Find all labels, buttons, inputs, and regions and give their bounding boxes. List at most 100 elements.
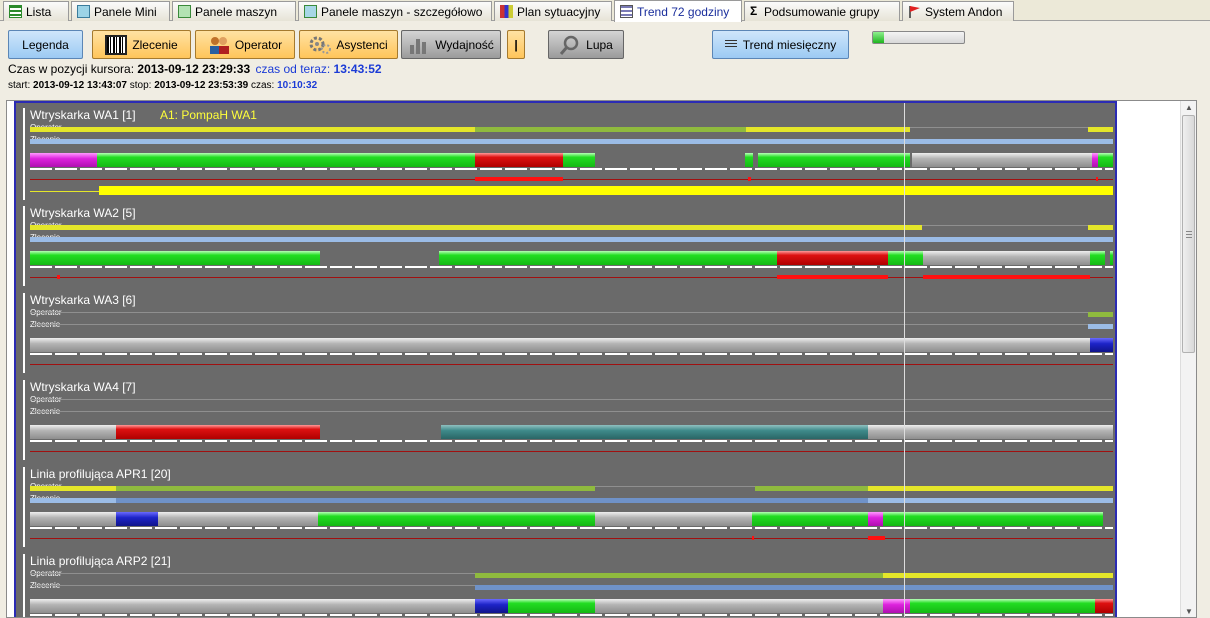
operator-segment <box>475 127 746 132</box>
alarm-segment <box>777 275 888 279</box>
operator-segment <box>30 312 1088 313</box>
operator-segment <box>1088 312 1113 317</box>
status-segment-stopped[interactable] <box>475 153 563 167</box>
scrollbar-thumb[interactable] <box>1182 115 1195 353</box>
machine-title: Wtryskarka WA2 [5] <box>30 206 136 220</box>
operator-segment <box>30 127 475 132</box>
status-segment-running[interactable] <box>1110 251 1113 265</box>
machine-row-marker <box>23 293 25 373</box>
tab-trend-72[interactable]: Trend 72 godziny <box>614 0 742 22</box>
tab-plan-sytuacyjny[interactable]: Plan sytuacyjny <box>494 1 612 21</box>
machine-row[interactable]: Wtryskarka WA3 [6]OperatorZlecenie <box>16 288 1115 374</box>
barcode-icon <box>105 34 128 55</box>
status-segment-setup[interactable] <box>883 599 910 613</box>
status-segment-maintenance[interactable] <box>1090 338 1113 352</box>
baseline <box>30 353 1113 355</box>
baseline <box>30 266 1113 268</box>
alarm-line <box>30 451 1113 452</box>
tab-panele-maszyn-szczegolowo[interactable]: Panele maszyn - szczegółowo <box>298 1 492 21</box>
status-segment-idle[interactable] <box>30 512 116 526</box>
vertical-scrollbar[interactable]: ▲ ▼ <box>1180 101 1196 617</box>
scroll-down-icon[interactable]: ▼ <box>1181 605 1196 617</box>
status-segment-stopped[interactable] <box>777 251 888 265</box>
status-segment-running[interactable] <box>563 153 595 167</box>
status-segment-running[interactable] <box>883 512 1103 526</box>
status-segment-running[interactable] <box>1090 251 1105 265</box>
status-segment-maintenance[interactable] <box>475 599 508 613</box>
efficiency-button[interactable]: Wydajność <box>401 30 501 59</box>
operator-button[interactable]: Operator <box>195 30 295 59</box>
alarm-segment <box>748 177 751 181</box>
tab-lista[interactable]: Lista <box>3 1 69 21</box>
time-cursor-line[interactable] <box>904 103 905 617</box>
machine-row-marker <box>23 467 25 547</box>
operator-segment <box>30 225 922 230</box>
status-segment-running[interactable] <box>97 153 475 167</box>
status-segment-running[interactable] <box>439 251 777 265</box>
machine-row[interactable]: Wtryskarka WA4 [7]OperatorZlecenie <box>16 375 1115 461</box>
machine-title: Wtryskarka WA3 [6] <box>30 293 136 307</box>
machine-row[interactable]: Wtryskarka WA2 [5]OperatorZlecenie <box>16 201 1115 287</box>
status-segment-setup[interactable] <box>868 512 883 526</box>
machine-title: Wtryskarka WA1 [1] <box>30 108 136 122</box>
status-segment-idle[interactable] <box>30 338 1090 352</box>
operator-segment <box>30 573 475 574</box>
machine-row[interactable]: Linia profilująca APR1 [20]OperatorZlece… <box>16 462 1115 548</box>
machine-row[interactable]: Wtryskarka WA1 [1]A1: PompaH WA1Operator… <box>16 103 1115 200</box>
lines-icon <box>724 40 737 49</box>
status-segment-stopped[interactable] <box>1095 599 1113 613</box>
status-segment-other[interactable] <box>441 425 868 439</box>
assistants-button[interactable]: Asystenci <box>299 30 398 59</box>
tab-panele-maszyn[interactable]: Panele maszyn <box>172 1 296 21</box>
machine-title: Wtryskarka WA4 [7] <box>30 380 136 394</box>
status-segment-idle[interactable] <box>912 153 1092 167</box>
baseline <box>30 168 1113 170</box>
order-segment <box>30 411 1113 412</box>
status-segment-running[interactable] <box>910 599 1095 613</box>
zoom-button[interactable]: Lupa <box>548 30 624 59</box>
status-segment-idle[interactable] <box>595 599 883 613</box>
alarm-segment <box>752 536 754 540</box>
status-segment-idle[interactable] <box>923 251 1090 265</box>
trend-icon <box>620 5 633 18</box>
legend-button[interactable]: Legenda <box>8 30 83 59</box>
status-segment-running[interactable] <box>745 153 753 167</box>
flag-icon <box>908 5 921 18</box>
trend-chart[interactable]: Wtryskarka WA1 [1]A1: PompaH WA1Operator… <box>14 101 1117 617</box>
status-segment-maintenance[interactable] <box>116 512 158 526</box>
tab-system-andon[interactable]: System Andon <box>902 1 1014 21</box>
status-segment-running[interactable] <box>888 251 923 265</box>
monthly-trend-button[interactable]: Trend miesięczny <box>712 30 849 59</box>
status-segment-idle[interactable] <box>158 512 318 526</box>
alarm-segment <box>475 177 563 181</box>
status-segment-running[interactable] <box>1098 153 1113 167</box>
grid-icon <box>77 5 90 18</box>
alarm-line <box>30 538 1113 539</box>
order-button[interactable]: Zlecenie <box>92 30 191 59</box>
alarm-segment <box>923 275 1090 279</box>
assistant-label: A1: PompaH WA1 <box>160 108 257 122</box>
alarm-line <box>30 364 1113 365</box>
status-segment-running[interactable] <box>508 599 595 613</box>
tab-panele-mini[interactable]: Panele Mini <box>71 1 170 21</box>
operator-icon <box>208 35 230 55</box>
operator-segment <box>883 573 1113 578</box>
status-segment-running[interactable] <box>758 153 910 167</box>
status-segment-running[interactable] <box>318 512 595 526</box>
order-segment <box>30 324 1088 325</box>
tab-podsumowanie-grupy[interactable]: Σ Podsumowanie grupy <box>744 1 900 21</box>
scroll-up-icon[interactable]: ▲ <box>1181 101 1196 115</box>
order-segment <box>30 139 1113 144</box>
status-segment-running[interactable] <box>30 251 320 265</box>
operator-segment <box>1088 127 1113 132</box>
status-segment-idle[interactable] <box>595 512 752 526</box>
status-segment-setup[interactable] <box>30 153 97 167</box>
machine-row[interactable]: Linia profilująca ARP2 [21]OperatorZlece… <box>16 549 1115 617</box>
magnifier-icon <box>559 35 581 55</box>
separator-button[interactable]: | <box>507 30 525 59</box>
status-segment-idle[interactable] <box>30 599 475 613</box>
order-segment <box>30 237 1113 242</box>
status-segment-idle[interactable] <box>30 425 116 439</box>
status-segment-running[interactable] <box>752 512 868 526</box>
status-segment-stopped[interactable] <box>116 425 320 439</box>
